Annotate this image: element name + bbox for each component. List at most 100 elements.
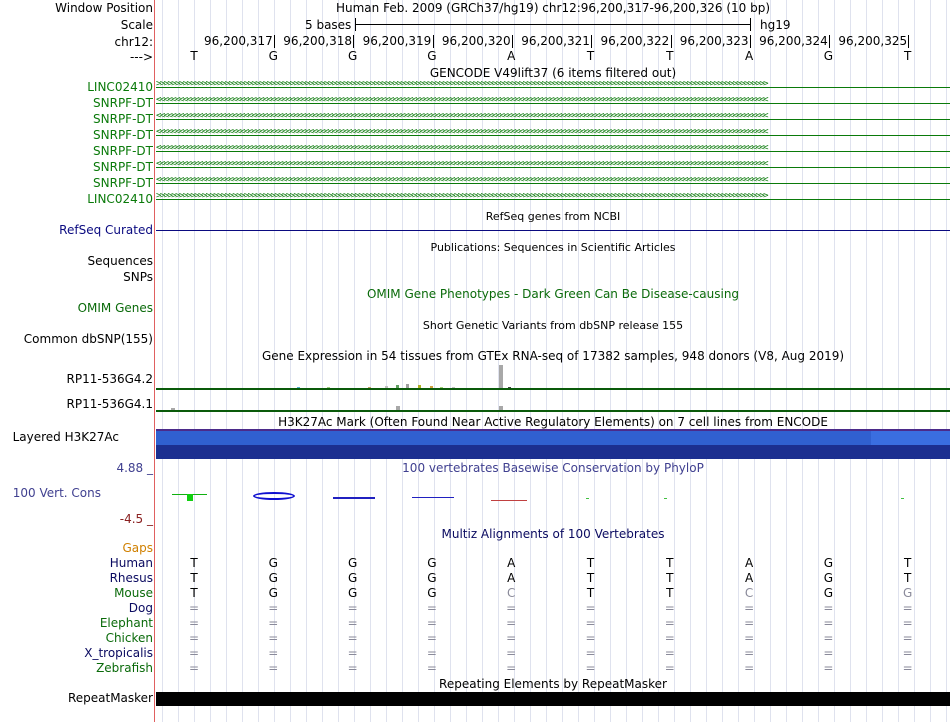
alignment-base: T [586, 586, 595, 600]
gene-label[interactable]: SNRPF-DT [93, 160, 153, 174]
gene-label[interactable]: SNRPF-DT [93, 96, 153, 110]
species-label[interactable]: Dog [129, 601, 153, 615]
alignment-base: G [427, 586, 437, 600]
ruler-position: 96,200,317 [204, 35, 275, 48]
dbsnp-track-label[interactable]: Common dbSNP(155) [24, 332, 153, 346]
alignment-base: T [904, 571, 912, 585]
alignment-base: = [585, 661, 596, 675]
phylop-bar [586, 498, 589, 499]
gene-label[interactable]: SNRPF-DT [93, 128, 153, 142]
alignment-base: A [507, 556, 516, 570]
gene-label[interactable]: LINC02410 [87, 192, 153, 206]
alignment-base: = [664, 616, 675, 630]
alignment-base: T [190, 556, 198, 570]
ruler-position: 96,200,318 [283, 35, 355, 48]
refseq-gene-line[interactable] [156, 230, 950, 231]
species-label[interactable]: Elephant [100, 616, 153, 630]
alignment-base: = [347, 631, 358, 645]
omim-track-title: OMIM Gene Phenotypes - Dark Green Can Be… [366, 287, 740, 301]
alignment-base: = [585, 646, 596, 660]
strand-reverse-arrows: <<<<<<<<<<<<<<<<<<<<<<<<<<<<<<<<<<<<<<<<… [156, 111, 769, 121]
alignment-base: = [506, 601, 517, 615]
alignment-base: = [506, 646, 517, 660]
ruler-position: 96,200,319 [363, 35, 434, 48]
reference-base: G [427, 49, 437, 63]
h3k27ac-layer-mid [156, 431, 871, 445]
repeatmasker-element-bar[interactable] [156, 692, 950, 706]
refseq-track-label[interactable]: RefSeq Curated [59, 223, 153, 237]
species-label[interactable]: Human [110, 556, 153, 570]
publications-track-label-sequences[interactable]: Sequences [88, 254, 153, 268]
repeatmasker-track-label[interactable]: RepeatMasker [68, 691, 153, 705]
phylop-track-label[interactable]: 100 Vert. Cons [13, 486, 101, 500]
phylop-logo-g [253, 492, 295, 500]
gtex-gene-label[interactable]: RP11-536G4.2 [67, 372, 153, 386]
gaps-label: Gaps [122, 541, 153, 555]
h3k27ac-layer-light [871, 431, 950, 445]
alignment-base: T [190, 571, 198, 585]
ruler-position: 96,200,323 [680, 35, 751, 48]
alignment-base: = [426, 616, 437, 630]
phylop-track-title: 100 vertebrates Basewise Conservation by… [402, 461, 704, 475]
species-label[interactable]: Chicken [106, 631, 153, 645]
gene-model-row[interactable]: <<<<<<<<<<<<<<<<<<<<<<<<<<<<<<<<<<<<<<<<… [156, 159, 950, 173]
species-label[interactable]: Rhesus [110, 571, 153, 585]
phylop-max-value: 4.88 _ [116, 461, 153, 475]
alignment-base: = [744, 631, 755, 645]
alignment-base: = [823, 631, 834, 645]
alignment-base: G [268, 586, 278, 600]
h3k27ac-signal[interactable] [156, 429, 950, 459]
alignment-base: = [823, 616, 834, 630]
gene-model-row[interactable]: >>>>>>>>>>>>>>>>>>>>>>>>>>>>>>>>>>>>>>>>… [156, 79, 950, 93]
gene-model-row[interactable]: >>>>>>>>>>>>>>>>>>>>>>>>>>>>>>>>>>>>>>>>… [156, 191, 950, 205]
alignment-base: = [664, 661, 675, 675]
alignment-base: = [585, 616, 596, 630]
gene-label[interactable]: SNRPF-DT [93, 144, 153, 158]
alignment-base: T [666, 571, 674, 585]
gene-model-row[interactable]: <<<<<<<<<<<<<<<<<<<<<<<<<<<<<<<<<<<<<<<<… [156, 111, 950, 125]
gene-label[interactable]: SNRPF-DT [93, 176, 153, 190]
gene-model-row[interactable]: <<<<<<<<<<<<<<<<<<<<<<<<<<<<<<<<<<<<<<<<… [156, 127, 950, 141]
gene-model-row[interactable]: <<<<<<<<<<<<<<<<<<<<<<<<<<<<<<<<<<<<<<<<… [156, 143, 950, 157]
alignment-base: G [823, 586, 834, 600]
gene-model-row[interactable]: <<<<<<<<<<<<<<<<<<<<<<<<<<<<<<<<<<<<<<<<… [156, 95, 950, 109]
species-label[interactable]: X_tropicalis [84, 646, 153, 660]
h3k27ac-track-label[interactable]: Layered H3K27Ac [13, 430, 119, 444]
ruler-position: 96,200,325 [838, 35, 910, 48]
ruler-position: 96,200,321 [521, 35, 593, 48]
alignment-base: = [664, 646, 675, 660]
alignment-base: = [744, 661, 755, 675]
alignment-base: T [586, 571, 595, 585]
scale-bar [355, 24, 750, 25]
gtex-row-2[interactable] [156, 392, 950, 412]
alignment-base: G [823, 571, 834, 585]
gtex-row-1[interactable] [156, 364, 950, 390]
strand-reverse-arrows: <<<<<<<<<<<<<<<<<<<<<<<<<<<<<<<<<<<<<<<<… [156, 159, 769, 169]
omim-track-label[interactable]: OMIM Genes [78, 301, 153, 315]
gene-model-row[interactable]: <<<<<<<<<<<<<<<<<<<<<<<<<<<<<<<<<<<<<<<<… [156, 175, 950, 189]
alignment-base: = [268, 601, 279, 615]
alignment-base: G [347, 556, 358, 570]
gene-label[interactable]: LINC02410 [87, 80, 153, 94]
window-position-label: Window Position [55, 1, 153, 15]
species-label[interactable]: Mouse [114, 586, 153, 600]
strand-label: ---> [129, 50, 153, 64]
alignment-base: A [744, 571, 754, 585]
alignment-base: = [426, 646, 437, 660]
alignment-base: C [506, 586, 516, 600]
alignment-base: = [188, 646, 200, 660]
publications-track-label-snps[interactable]: SNPs [123, 270, 153, 284]
phylop-signal[interactable] [156, 478, 950, 518]
ruler-position: 96,200,320 [442, 35, 513, 48]
alignment-base: A [507, 571, 516, 585]
reference-base: G [347, 49, 358, 63]
track-data-area[interactable]: Human Feb. 2009 (GRCh37/hg19) chr12:96,2… [156, 0, 950, 722]
gtex-bar [499, 365, 503, 389]
gtex-gene-label[interactable]: RP11-536G4.1 [67, 397, 153, 411]
alignment-base: = [506, 661, 517, 675]
alignment-base: = [268, 616, 279, 630]
reference-base: T [190, 49, 198, 63]
species-label[interactable]: Zebrafish [96, 661, 153, 675]
gene-label[interactable]: SNRPF-DT [93, 112, 153, 126]
strand-reverse-arrows: <<<<<<<<<<<<<<<<<<<<<<<<<<<<<<<<<<<<<<<<… [156, 95, 769, 105]
